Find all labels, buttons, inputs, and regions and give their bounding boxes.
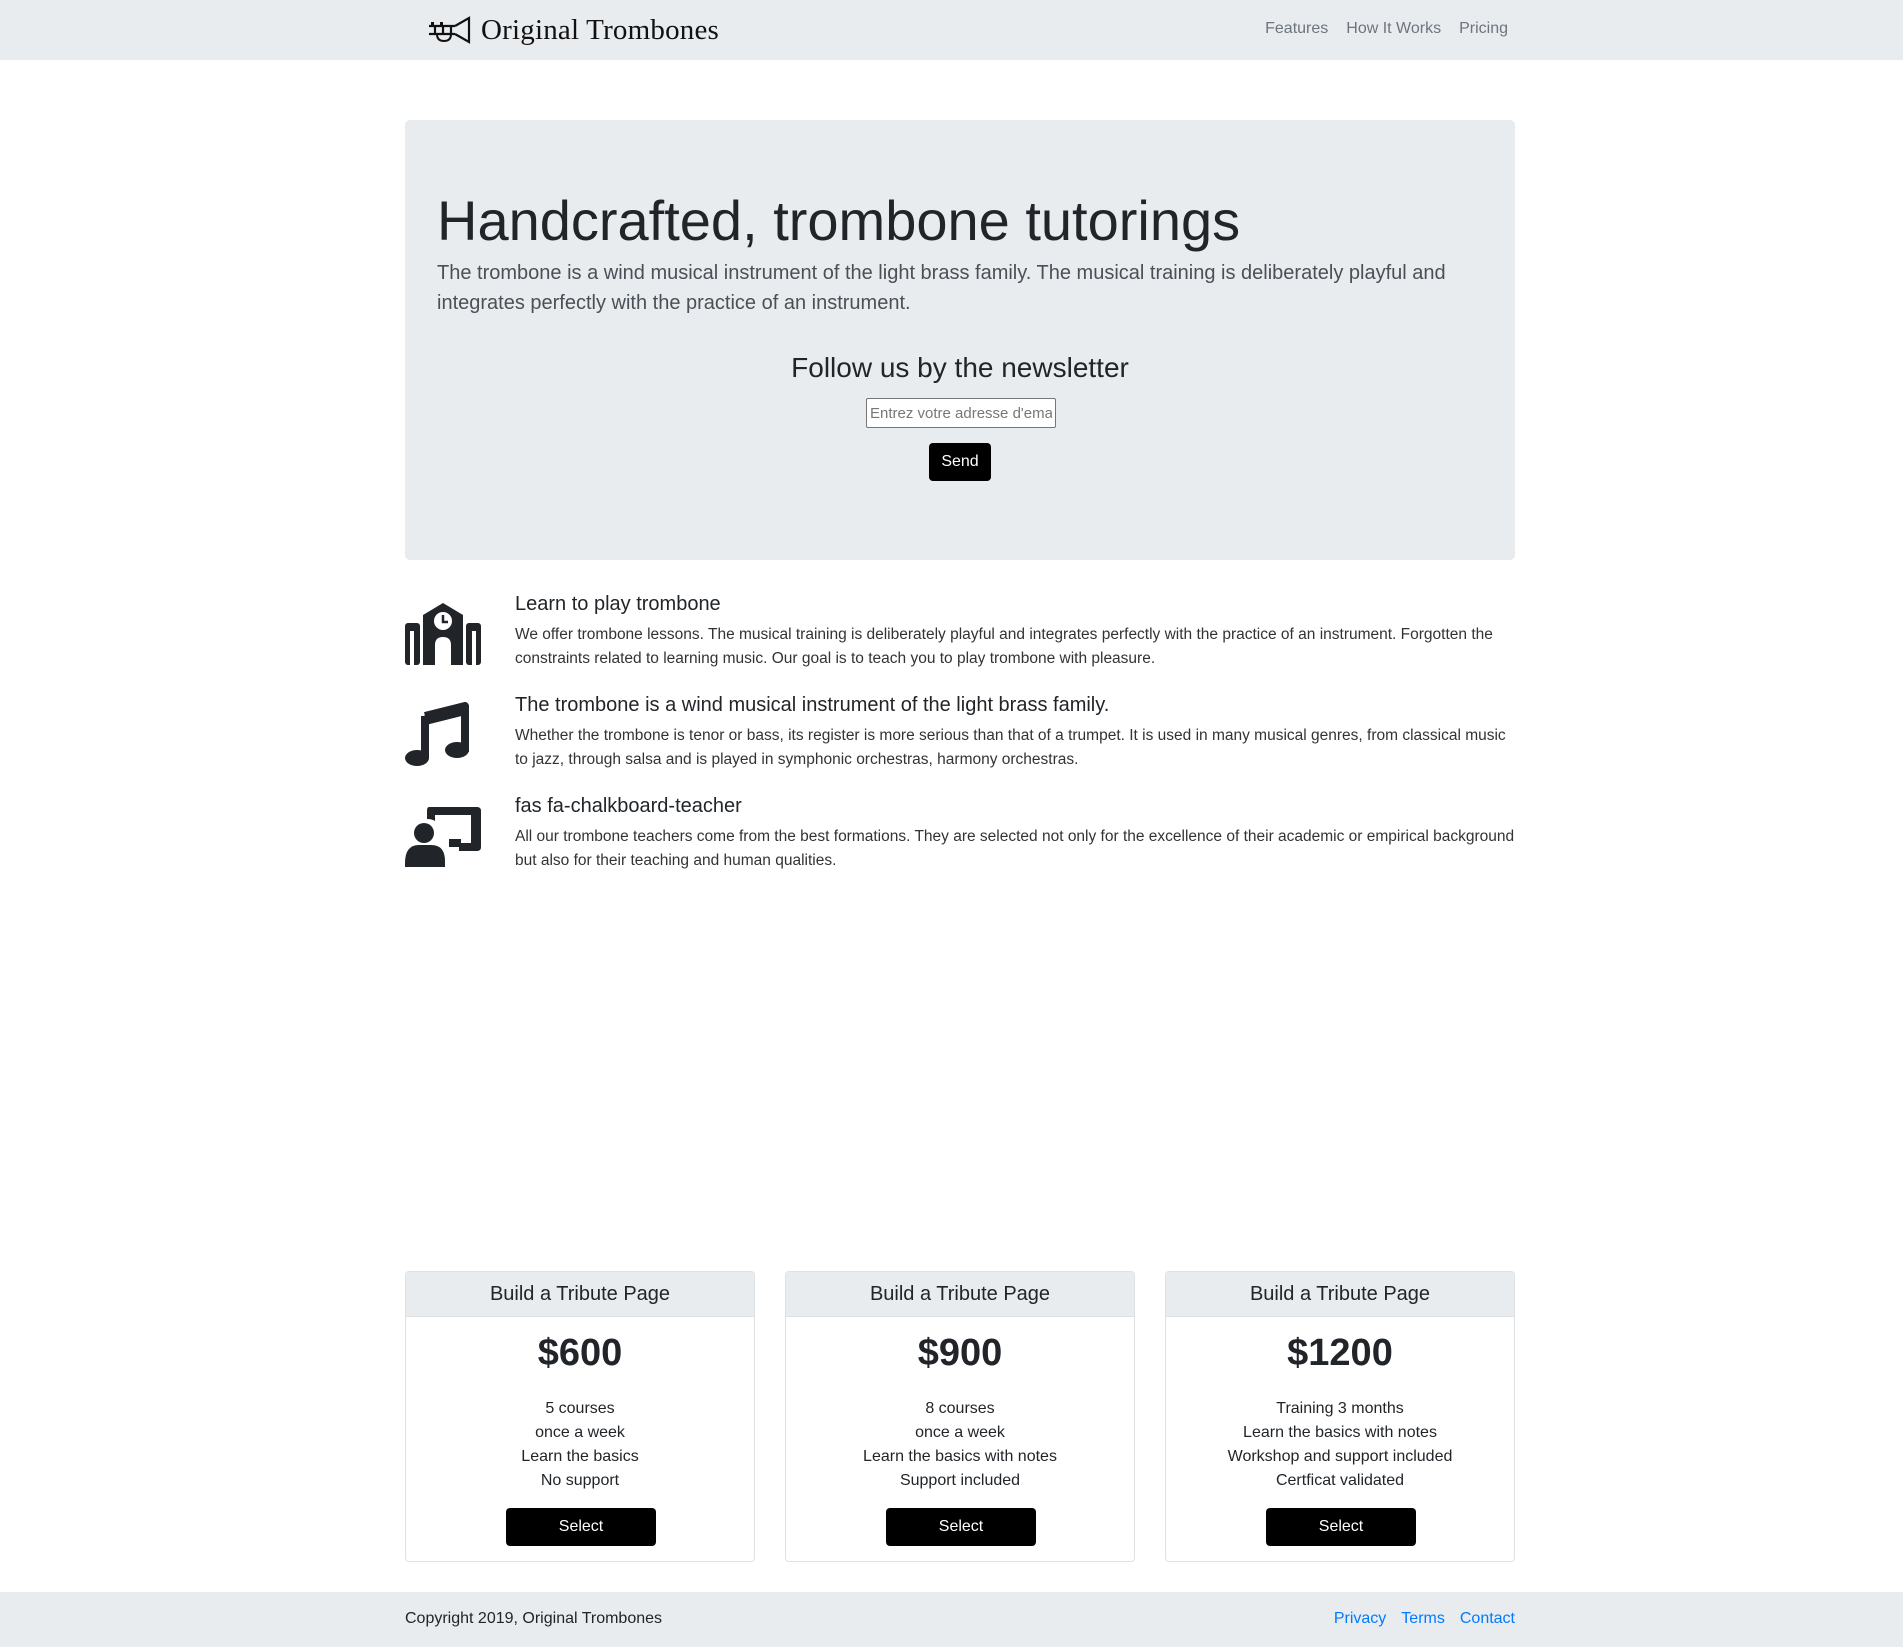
hero-title: Handcrafted, trombone tutorings [437, 189, 1241, 252]
pricing-feature: Learn the basics with notes [863, 1448, 1057, 1465]
footer-nav: Privacy Terms Contact [1334, 1610, 1515, 1628]
pricing-feature: once a week [535, 1424, 625, 1441]
select-button-1200[interactable]: Select [1266, 1508, 1416, 1546]
footer-link-contact[interactable]: Contact [1460, 1610, 1515, 1628]
page-footer: Copyright 2019, Original Trombones Priva… [0, 1592, 1903, 1647]
pricing-feature-list: 5 courses once a week Learn the basics N… [406, 1397, 754, 1493]
feature-text: Whether the trombone is tenor or bass, i… [515, 727, 1506, 768]
pricing-feature: 5 courses [545, 1400, 615, 1417]
pricing-card: Build a Tribute Page $1200 Training 3 mo… [1165, 1271, 1515, 1562]
pricing-feature-list: Training 3 months Learn the basics with … [1166, 1397, 1514, 1493]
pricing-card-header: Build a Tribute Page [786, 1272, 1134, 1317]
pricing-card-price: $1200 [1287, 1332, 1393, 1374]
main-nav: Features How It Works Pricing [1265, 20, 1508, 38]
select-button-900[interactable]: Select [886, 1508, 1036, 1546]
pricing-card-header: Build a Tribute Page [406, 1272, 754, 1317]
pricing-feature: Learn the basics with notes [1243, 1424, 1437, 1441]
brand[interactable]: Original Trombones [427, 12, 719, 48]
hero-lead: The trombone is a wind musical instrumen… [437, 262, 1446, 314]
school-icon [405, 603, 481, 665]
footer-link-terms[interactable]: Terms [1401, 1610, 1445, 1628]
feature-title: The trombone is a wind musical instrumen… [515, 694, 1110, 716]
select-button-600[interactable]: Select [506, 1508, 656, 1546]
feature-text: All our trombone teachers come from the … [515, 828, 1515, 869]
music-note-icon [405, 702, 469, 766]
nav-link-pricing[interactable]: Pricing [1459, 20, 1508, 38]
pricing-card-price: $900 [917, 1332, 1003, 1374]
feature-text: We offer trombone lessons. The musical t… [515, 626, 1493, 667]
send-button[interactable]: Send [929, 443, 991, 481]
newsletter-title: Follow us by the newsletter [791, 352, 1129, 383]
nav-link-features[interactable]: Features [1265, 20, 1328, 38]
pricing-card: Build a Tribute Page $600 5 courses once… [405, 1271, 755, 1562]
hero-jumbotron: Handcrafted, trombone tutorings The trom… [405, 120, 1515, 560]
pricing-feature: No support [540, 1472, 620, 1489]
pricing-feature: Workshop and support included [1227, 1448, 1453, 1465]
pricing-feature: once a week [915, 1424, 1005, 1441]
copyright-text: Copyright 2019, Original Trombones [405, 1610, 663, 1627]
pricing-card-price: $600 [537, 1332, 623, 1374]
pricing-feature: Support included [899, 1472, 1021, 1489]
nav-link-how-it-works[interactable]: How It Works [1346, 20, 1441, 38]
pricing-card-header: Build a Tribute Page [1166, 1272, 1514, 1317]
feature-title: Learn to play trombone [515, 593, 721, 615]
top-navbar: Original Trombones Features How It Works… [0, 0, 1903, 60]
pricing-feature: Learn the basics [521, 1448, 639, 1465]
pricing-feature: Training 3 months [1276, 1400, 1404, 1417]
pricing-card: Build a Tribute Page $900 8 courses once… [785, 1271, 1135, 1562]
pricing-feature: 8 courses [925, 1400, 995, 1417]
pricing-feature-list: 8 courses once a week Learn the basics w… [786, 1397, 1134, 1493]
email-input[interactable] [866, 398, 1056, 428]
feature-title: fas fa-chalkboard-teacher [515, 795, 742, 817]
brand-name: Original Trombones [481, 13, 720, 46]
chalkboard-teacher-icon [405, 807, 481, 867]
pricing-feature: Certficat validated [1275, 1472, 1405, 1489]
footer-link-privacy[interactable]: Privacy [1334, 1610, 1386, 1628]
trombone-logo-icon [429, 16, 471, 44]
